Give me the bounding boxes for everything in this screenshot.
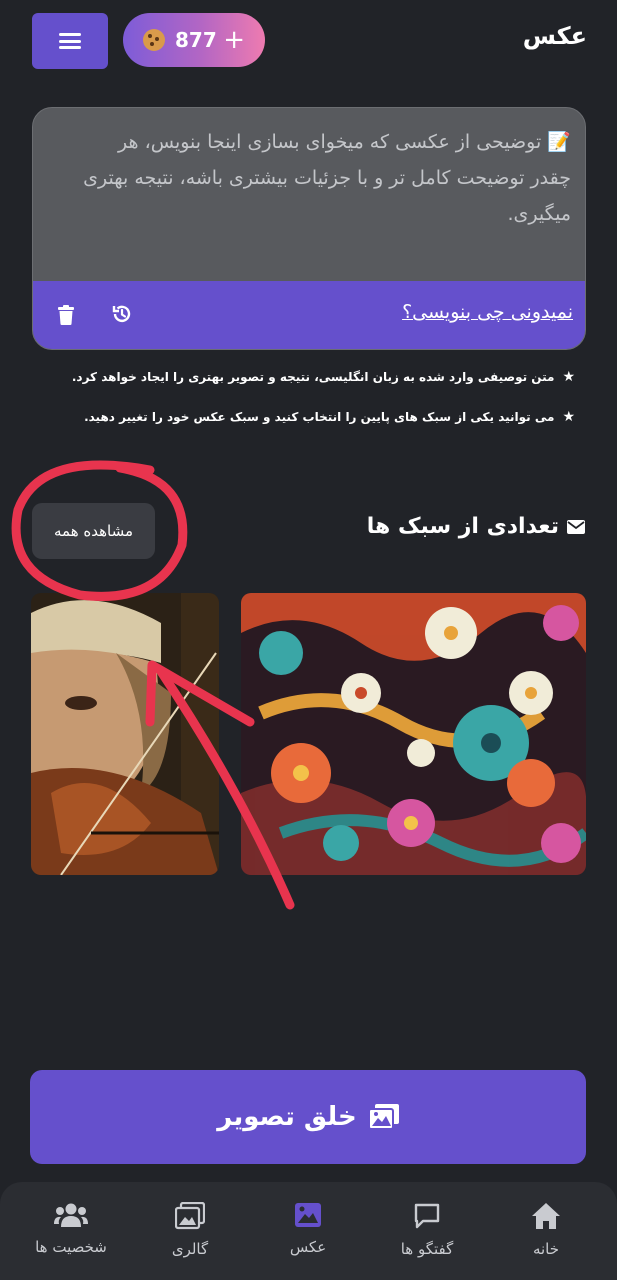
star-icon: ★ [562, 369, 575, 385]
envelope-icon [567, 519, 585, 534]
home-icon [532, 1203, 560, 1229]
create-image-label: خلق تصویر [217, 1102, 357, 1132]
users-icon [54, 1203, 88, 1227]
nav-characters[interactable]: شخصیت ها [16, 1202, 126, 1256]
note-styles: ★ می توانید یکی از سبک های پایین را انتخ… [84, 409, 575, 425]
star-icon: ★ [562, 409, 575, 425]
credits-badge[interactable]: 877 + [123, 13, 265, 67]
note-english: ★ متن توصیفی وارد شده به زبان انگلیسی، ن… [71, 369, 575, 385]
nav-image[interactable]: عکس [253, 1202, 363, 1256]
trash-icon[interactable] [57, 305, 75, 325]
add-credits-icon[interactable]: + [223, 25, 245, 55]
help-link[interactable]: نمیدونی چی بنویسی؟ [402, 301, 573, 323]
gallery-icon [175, 1202, 205, 1230]
images-icon [368, 1104, 399, 1130]
credits-count: 877 [175, 28, 217, 52]
create-image-button[interactable]: خلق تصویر [30, 1070, 586, 1164]
menu-button[interactable] [32, 13, 108, 69]
see-all-button[interactable]: مشاهده همه [32, 503, 155, 559]
style-card-renaissance[interactable] [31, 593, 219, 875]
chat-icon [414, 1203, 440, 1229]
prompt-placeholder: 📝 توضیحی از عکسی که میخوای بسازی اینجا ب… [83, 131, 571, 225]
nav-home[interactable]: خانه [491, 1202, 601, 1258]
prompt-textarea[interactable]: 📝 توضیحی از عکسی که میخوای بسازی اینجا ب… [32, 107, 586, 350]
nav-gallery[interactable]: گالری [135, 1202, 245, 1258]
prompt-toolbar: نمیدونی چی بنویسی؟ [33, 281, 585, 349]
bottom-nav: خانه گفتگو ها عکس گالری شخصیت ها [0, 1182, 617, 1280]
hamburger-icon [59, 33, 81, 49]
style-card-floral[interactable] [241, 593, 586, 875]
history-icon[interactable] [111, 303, 133, 325]
nav-chat[interactable]: گفتگو ها [372, 1202, 482, 1258]
cookie-icon [143, 29, 165, 51]
renaissance-style-image [31, 593, 219, 875]
image-icon [295, 1203, 321, 1227]
floral-style-image [241, 593, 586, 875]
page-title: عکس [522, 22, 587, 50]
styles-section-title: تعدادی از سبک ها [367, 514, 585, 539]
